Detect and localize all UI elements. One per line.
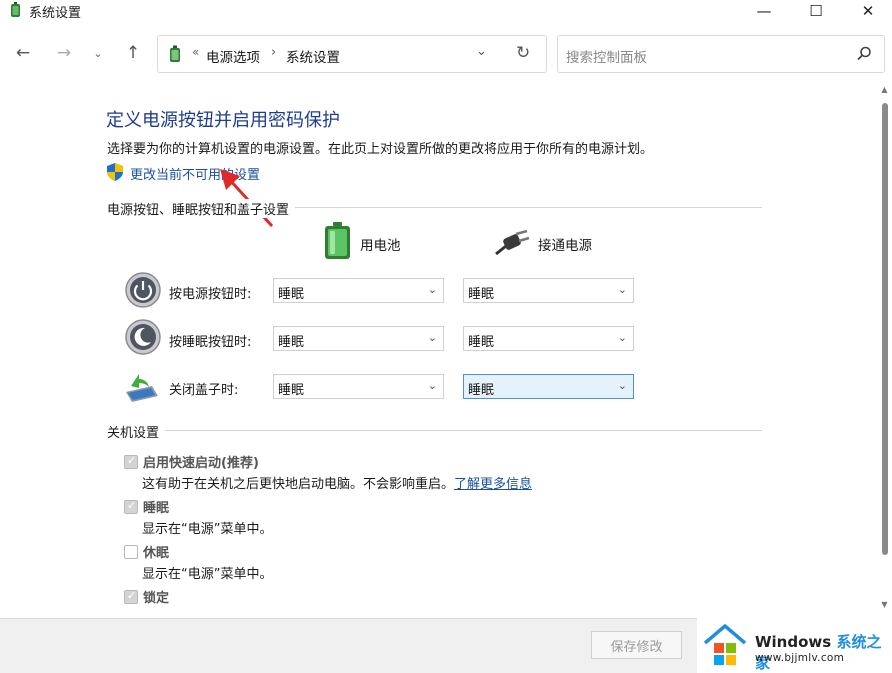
- scroll-thumb[interactable]: [882, 103, 888, 555]
- lock-option-label: 锁定: [143, 591, 170, 606]
- save-changes-button[interactable]: 保存修改: [591, 631, 682, 659]
- address-overflow-chevron[interactable]: «: [192, 45, 199, 59]
- shutdown-section-divider: [108, 430, 762, 431]
- address-bar[interactable]: « 电源选项 › 系统设置 ⌄ ↻: [157, 35, 547, 73]
- fast-startup-desc-text: 这有助于在关机之后更快地启动电脑。不会影响重启。: [142, 477, 455, 492]
- sleep-button-icon: [125, 319, 161, 355]
- search-box[interactable]: 搜索控制面板: [557, 35, 885, 73]
- up-button[interactable]: ↑: [122, 42, 144, 64]
- back-button[interactable]: ←: [12, 42, 34, 64]
- plug-icon: [495, 230, 530, 256]
- power-button-battery-value: 睡眠: [278, 287, 305, 302]
- power-button-label: 按电源按钮时:: [169, 287, 252, 302]
- checkmark-icon: ✓: [127, 454, 137, 467]
- power-button-plugged-value: 睡眠: [468, 287, 495, 302]
- maximize-button[interactable]: ☐: [792, 0, 840, 22]
- lid-close-plugged-value: 睡眠: [468, 383, 495, 398]
- lid-close-label: 关闭盖子时:: [169, 383, 239, 398]
- sleep-checkbox[interactable]: ✓: [124, 499, 138, 514]
- search-icon[interactable]: [855, 45, 873, 63]
- window-title: 系统设置: [29, 6, 82, 21]
- power-options-icon: [170, 45, 180, 62]
- chevron-down-icon: ⌄: [617, 379, 627, 392]
- battery-icon: [325, 222, 350, 259]
- lock-checkbox[interactable]: ✓: [124, 589, 138, 604]
- watermark-brand-en: Windows: [755, 633, 832, 651]
- chevron-down-icon: ⌄: [617, 283, 627, 296]
- refresh-icon[interactable]: ↻: [516, 43, 530, 63]
- chevron-down-icon: ⌄: [617, 331, 627, 344]
- fast-startup-checkbox[interactable]: ✓: [124, 454, 138, 469]
- breadcrumb-system-settings[interactable]: 系统设置: [286, 46, 340, 66]
- breadcrumb-separator-icon[interactable]: ›: [271, 45, 276, 60]
- sleep-button-battery-value: 睡眠: [278, 335, 305, 350]
- hibernate-option-description: 显示在“电源”菜单中。: [142, 567, 273, 582]
- shutdown-section-heading: 关机设置: [107, 422, 166, 441]
- fast-startup-label: 启用快速启动(推荐): [143, 456, 259, 471]
- recent-locations-button[interactable]: ⌄: [87, 42, 109, 64]
- sleep-option-label: 睡眠: [143, 501, 170, 516]
- power-button-icon: [125, 272, 161, 308]
- sleep-button-plugged-select[interactable]: 睡眠 ⌄: [463, 326, 634, 351]
- chevron-down-icon: ⌄: [427, 379, 437, 392]
- checkmark-icon: ✓: [127, 499, 137, 512]
- watermark-url: www.bjjmlv.com: [755, 652, 845, 664]
- control-panel-app-icon: [11, 2, 20, 17]
- navigation-bar: ← → ⌄ ↑ « 电源选项 › 系统设置 ⌄ ↻ 搜索控制面板: [0, 30, 892, 78]
- lid-close-plugged-select[interactable]: 睡眠 ⌄: [463, 374, 634, 399]
- title-bar: 系统设置 — ☐ ✕: [0, 0, 892, 22]
- scroll-up-icon[interactable]: ▲: [879, 85, 890, 97]
- uac-shield-icon: [107, 163, 123, 181]
- learn-more-link[interactable]: 了解更多信息: [454, 477, 532, 492]
- plugged-in-column-label: 接通电源: [538, 238, 592, 254]
- battery-column-label: 用电池: [360, 238, 401, 254]
- address-dropdown-icon[interactable]: ⌄: [476, 44, 487, 59]
- page-title: 定义电源按钮并启用密码保护: [106, 110, 340, 131]
- hibernate-checkbox[interactable]: [124, 545, 138, 559]
- search-placeholder[interactable]: 搜索控制面板: [566, 46, 647, 66]
- scroll-down-icon[interactable]: ▼: [879, 600, 890, 612]
- power-section-heading: 电源按钮、睡眠按钮和盖子设置: [107, 199, 296, 218]
- breadcrumb-power-options[interactable]: 电源选项: [206, 46, 260, 66]
- laptop-lid-icon: [126, 374, 158, 402]
- vertical-scrollbar[interactable]: ▲ ▼: [879, 85, 890, 615]
- lid-close-battery-select[interactable]: 睡眠 ⌄: [273, 374, 444, 399]
- forward-button[interactable]: →: [53, 42, 75, 64]
- page-description: 选择要为你的计算机设置的电源设置。在此页上对设置所做的更改将应用于你所有的电源计…: [107, 142, 654, 157]
- sleep-button-label: 按睡眠按钮时:: [169, 335, 252, 350]
- lid-close-battery-value: 睡眠: [278, 383, 305, 398]
- checkmark-icon: ✓: [127, 589, 137, 602]
- chevron-down-icon: ⌄: [427, 331, 437, 344]
- power-button-battery-select[interactable]: 睡眠 ⌄: [273, 278, 444, 303]
- hibernate-option-label: 休眠: [143, 546, 170, 561]
- sleep-button-plugged-value: 睡眠: [468, 335, 495, 350]
- windows-house-logo-icon: [703, 624, 747, 665]
- fast-startup-description: 这有助于在关机之后更快地启动电脑。不会影响重启。了解更多信息: [142, 473, 532, 492]
- close-button[interactable]: ✕: [844, 0, 892, 22]
- sleep-option-description: 显示在“电源”菜单中。: [142, 522, 273, 537]
- chevron-down-icon: ⌄: [427, 283, 437, 296]
- watermark: Windows 系统之家 www.bjjmlv.com: [697, 617, 892, 673]
- minimize-button[interactable]: —: [740, 0, 788, 22]
- sleep-button-battery-select[interactable]: 睡眠 ⌄: [273, 326, 444, 351]
- power-button-plugged-select[interactable]: 睡眠 ⌄: [463, 278, 634, 303]
